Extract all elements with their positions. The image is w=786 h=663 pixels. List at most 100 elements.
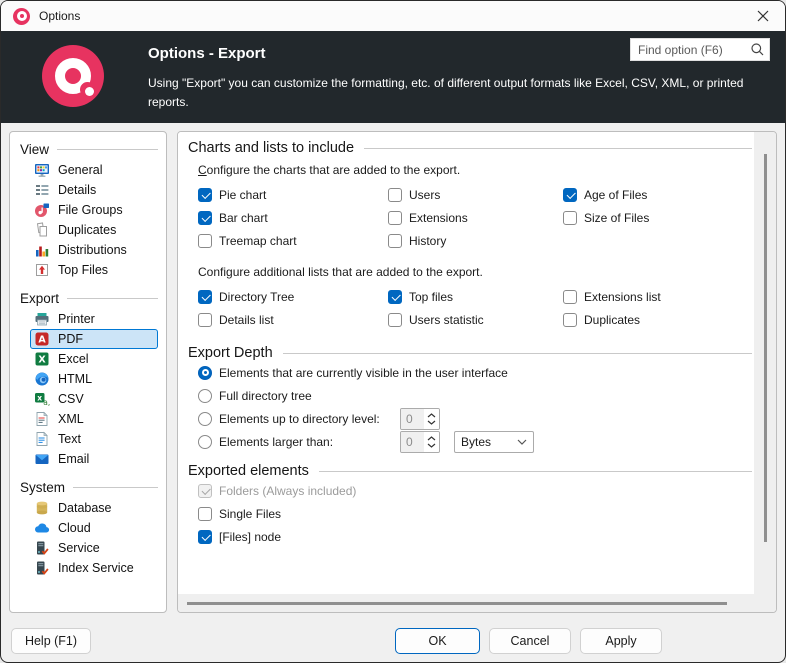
- checkbox-files-node[interactable]: [Files] node: [198, 530, 281, 544]
- sidebar-section-view: View: [10, 138, 166, 160]
- spinner-arrows[interactable]: [424, 432, 439, 452]
- sidebar-item-label: Email: [58, 452, 89, 466]
- sidebar-item-details[interactable]: Details: [30, 180, 158, 200]
- group-title: Export Depth: [188, 345, 273, 361]
- sidebar-item-printer[interactable]: Printer: [30, 309, 158, 329]
- search-input[interactable]: [638, 43, 750, 57]
- sidebar-item-general[interactable]: General: [30, 160, 158, 180]
- find-option-search[interactable]: [630, 38, 770, 61]
- checkbox-treemap-chart[interactable]: Treemap chart: [198, 229, 388, 252]
- search-icon: [750, 42, 765, 57]
- sidebar-item-label: Details: [58, 183, 96, 197]
- page-header: Options - Export Using "Export" you can …: [1, 31, 785, 123]
- sidebar-item-label: Service: [58, 541, 100, 555]
- sidebar-item-label: Duplicates: [58, 223, 116, 237]
- duplicates-icon: [34, 222, 50, 238]
- radio-label: Elements that are currently visible in t…: [219, 366, 508, 380]
- checkbox-box: [198, 188, 212, 202]
- sidebar-item-duplicates[interactable]: Duplicates: [30, 220, 158, 240]
- scrollbar-corner: [754, 594, 776, 612]
- cancel-button[interactable]: Cancel: [489, 628, 571, 654]
- sidebar-item-pdf[interactable]: A PDF: [30, 329, 158, 349]
- sidebar-item-label: Excel: [58, 352, 89, 366]
- sidebar-item-label: Top Files: [58, 263, 108, 277]
- sidebar-item-cloud[interactable]: Cloud: [30, 518, 158, 538]
- radio-elements-larger-than[interactable]: Elements larger than: 0 Bytes: [198, 430, 752, 453]
- lists-checkbox-grid: Directory Tree Details list Top files Us…: [198, 285, 752, 331]
- top-files-icon: [34, 262, 50, 278]
- sidebar-item-file-groups[interactable]: File Groups: [30, 200, 158, 220]
- sidebar-item-distributions[interactable]: Distributions: [30, 240, 158, 260]
- svg-text:X: X: [38, 355, 46, 366]
- checkbox-top-files[interactable]: Top files: [388, 285, 563, 308]
- sidebar-item-index-service[interactable]: Index Service: [30, 558, 158, 578]
- checkbox-box: [388, 234, 402, 248]
- checkbox-label: Extensions list: [584, 290, 661, 304]
- checkbox-label: Details list: [219, 313, 274, 327]
- checkbox-history[interactable]: History: [388, 229, 563, 252]
- sidebar-item-html[interactable]: HTML: [30, 369, 158, 389]
- sidebar-section-system: System: [10, 476, 166, 498]
- checkbox-box: [388, 211, 402, 225]
- sidebar-item-database[interactable]: Database: [30, 498, 158, 518]
- checkbox-label: Directory Tree: [219, 290, 294, 304]
- checkbox-box: [198, 290, 212, 304]
- sidebar-item-csv[interactable]: xa, CSV: [30, 389, 158, 409]
- radio-elements-up-to-level[interactable]: Elements up to directory level: 0: [198, 407, 752, 430]
- section-label: Export: [20, 291, 59, 306]
- sidebar-item-text[interactable]: Text: [30, 429, 158, 449]
- svg-text:A: A: [38, 335, 46, 346]
- checkbox-duplicates[interactable]: Duplicates: [563, 308, 752, 331]
- apply-button[interactable]: Apply: [580, 628, 662, 654]
- sidebar-item-label: Cloud: [58, 521, 91, 535]
- checkbox-directory-tree[interactable]: Directory Tree: [198, 285, 388, 308]
- ok-button[interactable]: OK: [395, 628, 480, 654]
- group-export-depth: Export Depth: [188, 345, 752, 361]
- checkbox-users[interactable]: Users: [388, 183, 563, 206]
- section-label: System: [20, 480, 65, 495]
- sidebar-item-top-files[interactable]: Top Files: [30, 260, 158, 280]
- size-spinner[interactable]: 0: [400, 431, 440, 453]
- checkbox-bar-chart[interactable]: Bar chart: [198, 206, 388, 229]
- exported-elements-options: Folders (Always included) Single Files […: [198, 479, 752, 548]
- checkbox-single-files[interactable]: Single Files: [198, 507, 281, 521]
- checkbox-extensions-list[interactable]: Extensions list: [563, 285, 752, 308]
- sidebar-item-service[interactable]: Service: [30, 538, 158, 558]
- checkbox-extensions[interactable]: Extensions: [388, 206, 563, 229]
- sidebar-item-excel[interactable]: X Excel: [30, 349, 158, 369]
- checkbox-details-list[interactable]: Details list: [198, 308, 388, 331]
- radio-label: Full directory tree: [219, 389, 312, 403]
- directory-level-spinner[interactable]: 0: [400, 408, 440, 430]
- sidebar-item-email[interactable]: Email: [30, 449, 158, 469]
- options-dialog: Options Options - Export Using "Export" …: [0, 0, 786, 663]
- checkbox-box: [563, 290, 577, 304]
- window-title: Options: [39, 9, 80, 23]
- sidebar-item-xml[interactable]: XML: [30, 409, 158, 429]
- checkbox-age-of-files[interactable]: Age of Files: [563, 183, 752, 206]
- horizontal-scrollbar-thumb[interactable]: [187, 602, 727, 605]
- vertical-scrollbar[interactable]: [754, 132, 776, 594]
- checkbox-size-of-files[interactable]: Size of Files: [563, 206, 752, 229]
- checkbox-label: Duplicates: [584, 313, 640, 327]
- charts-checkbox-grid: Pie chart Bar chart Treemap chart Users …: [198, 183, 752, 252]
- checkbox-box: [198, 313, 212, 327]
- checkbox-box: [198, 507, 212, 521]
- spinner-arrows[interactable]: [424, 409, 439, 429]
- bar-chart-icon: [34, 242, 50, 258]
- settings-content: Charts and lists to include Configure th…: [178, 132, 754, 594]
- close-button[interactable]: [741, 1, 785, 31]
- help-button[interactable]: Help (F1): [11, 628, 91, 654]
- checkbox-label: Pie chart: [219, 188, 266, 202]
- checkbox-label: Treemap chart: [219, 234, 297, 248]
- horizontal-scrollbar[interactable]: [178, 594, 754, 612]
- checkbox-pie-chart[interactable]: Pie chart: [198, 183, 388, 206]
- checkbox-box: [563, 211, 577, 225]
- chevron-up-icon: [427, 436, 436, 441]
- checkbox-folders: Folders (Always included): [198, 484, 356, 498]
- checkbox-users-statistic[interactable]: Users statistic: [388, 308, 563, 331]
- radio-full-directory-tree[interactable]: Full directory tree: [198, 384, 752, 407]
- vertical-scrollbar-thumb[interactable]: [764, 154, 767, 542]
- file-groups-icon: [34, 202, 50, 218]
- unit-dropdown[interactable]: Bytes: [454, 431, 534, 453]
- radio-visible-elements[interactable]: Elements that are currently visible in t…: [198, 361, 752, 384]
